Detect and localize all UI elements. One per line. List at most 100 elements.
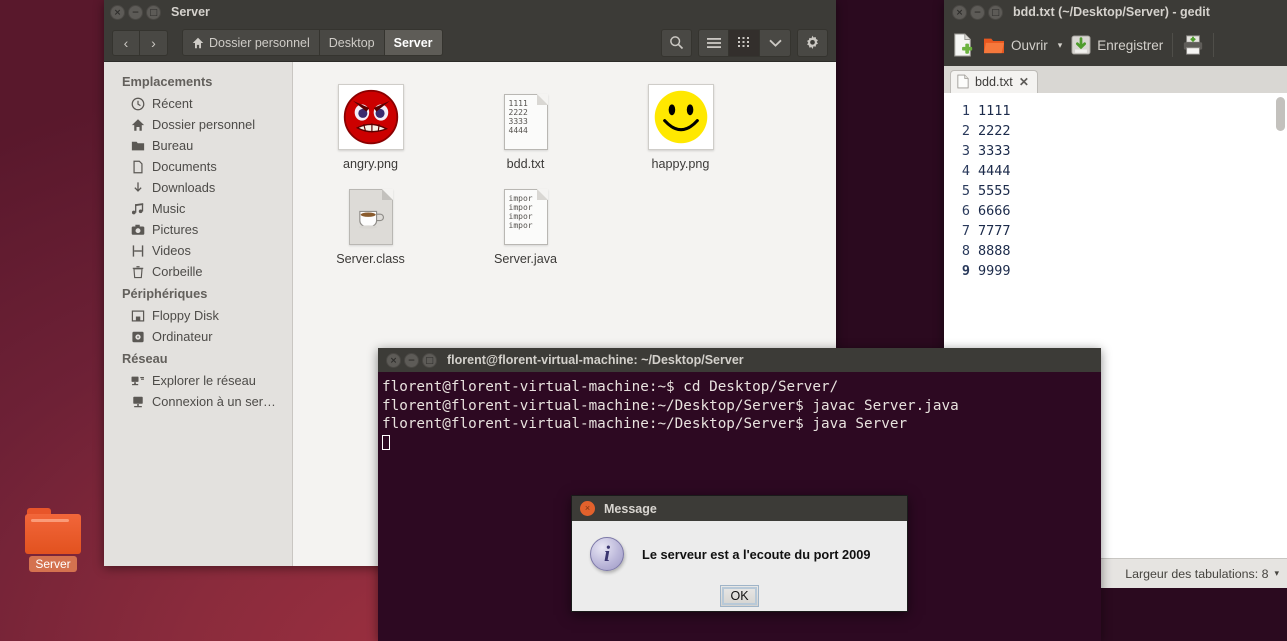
close-icon[interactable]: ✕	[1019, 75, 1029, 89]
line-number: 4	[961, 163, 970, 179]
save-button[interactable]: Enregistrer	[1071, 35, 1163, 55]
line-text: 6666	[978, 203, 1011, 219]
file-preview-line: 1111	[508, 99, 528, 108]
window-controls: × − □	[110, 4, 161, 20]
tab-label: bdd.txt	[975, 74, 1013, 89]
sidebar-item-videos[interactable]: Videos	[104, 240, 292, 261]
vertical-scrollbar[interactable]	[1276, 97, 1285, 131]
sidebar-item-label: Documents	[152, 159, 217, 174]
terminal-title: florent@florent-virtual-machine: ~/Deskt…	[447, 353, 744, 367]
maximize-icon[interactable]: □	[146, 4, 161, 20]
sidebar-item-recent[interactable]: Récent	[104, 93, 292, 114]
forward-button[interactable]: ›	[140, 29, 168, 56]
open-button[interactable]: Ouvrir ▾	[983, 35, 1062, 55]
computer-disk-icon	[130, 329, 145, 344]
file-preview-line: 2222	[508, 108, 528, 117]
sidebar-item-music[interactable]: Music	[104, 198, 292, 219]
code-line: 4 4444	[944, 161, 1287, 181]
breadcrumb-item-server[interactable]: Server	[384, 29, 443, 56]
download-icon	[130, 180, 145, 195]
sidebar-item-floppy-disk[interactable]: Floppy Disk	[104, 305, 292, 326]
sidebar-item-pictures[interactable]: Pictures	[104, 219, 292, 240]
window-controls: × − □	[952, 4, 1003, 20]
coffee-cup-icon	[358, 210, 384, 229]
code-line: 9 9999	[944, 261, 1287, 281]
minimize-icon[interactable]: −	[128, 4, 143, 20]
new-document-icon	[954, 33, 973, 57]
ok-button[interactable]: OK	[720, 585, 759, 607]
desktop-folder-server[interactable]: Server	[22, 508, 84, 578]
breadcrumb-item-home[interactable]: Dossier personnel	[182, 29, 320, 56]
file-manager-toolbar: ‹ › Dossier personnel Desktop Server	[104, 24, 836, 62]
sidebar-item-ordinateur[interactable]: Ordinateur	[104, 326, 292, 347]
line-text: 5555	[978, 183, 1011, 199]
file-name: happy.png	[651, 157, 710, 171]
search-button[interactable]	[661, 28, 692, 57]
breadcrumb-label: Server	[393, 35, 433, 50]
gedit-tab-bar: bdd.txt ✕	[944, 66, 1287, 93]
line-number: 3	[961, 143, 970, 159]
floppy-icon	[130, 308, 145, 323]
sidebar-item-home[interactable]: Dossier personnel	[104, 114, 292, 135]
minimize-icon[interactable]: −	[970, 4, 985, 20]
code-line: 6 6666	[944, 201, 1287, 221]
sidebar-item-explorer-reseau[interactable]: Explorer le réseau	[104, 370, 292, 391]
chevron-down-icon[interactable]: ▾	[1058, 40, 1063, 51]
chevron-down-icon[interactable]: ▾	[1274, 568, 1279, 579]
file-item-happy-png[interactable]: happy.png	[603, 80, 758, 175]
close-icon[interactable]: ×	[110, 4, 125, 20]
sidebar-item-label: Récent	[152, 96, 193, 111]
terminal-cursor-line	[382, 434, 1101, 453]
sidebar-item-label: Floppy Disk	[152, 308, 219, 323]
maximize-icon[interactable]: □	[988, 4, 1003, 20]
file-item-server-class[interactable]: Server.class	[293, 175, 448, 270]
home-icon	[130, 117, 145, 132]
sidebar-item-downloads[interactable]: Downloads	[104, 177, 292, 198]
sidebar-item-bureau[interactable]: Bureau	[104, 135, 292, 156]
gedit-title: bdd.txt (~/Desktop/Server) - gedit	[1013, 5, 1210, 19]
home-icon	[192, 37, 204, 48]
tab-bdd-txt[interactable]: bdd.txt ✕	[950, 70, 1038, 93]
settings-button[interactable]	[797, 28, 828, 57]
file-item-angry-png[interactable]: angry.png	[293, 80, 448, 175]
print-button[interactable]	[1182, 34, 1204, 56]
chevron-down-icon	[768, 39, 782, 47]
line-text: 1111	[978, 103, 1011, 119]
file-manager-titlebar: × − □ Server	[104, 0, 836, 24]
tab-width-label[interactable]: Largeur des tabulations: 8	[1125, 567, 1268, 581]
new-document-button[interactable]	[952, 33, 974, 57]
folder-icon	[130, 138, 145, 153]
dialog-body: i Le serveur est a l'ecoute du port 2009	[572, 521, 907, 571]
breadcrumb-label: Desktop	[328, 35, 375, 50]
grid-view-icon	[737, 37, 749, 47]
sidebar-item-connexion-serveur[interactable]: Connexion à un ser…	[104, 391, 292, 412]
trash-icon	[130, 264, 145, 279]
close-icon[interactable]: ×	[386, 352, 401, 368]
dialog-message: Le serveur est a l'ecoute du port 2009	[642, 546, 871, 562]
file-item-server-java[interactable]: impor impor impor impor Server.java	[448, 175, 603, 270]
window-controls: × − □	[386, 352, 437, 368]
folder-icon	[23, 508, 83, 554]
clock-icon	[130, 96, 145, 111]
breadcrumb-item-desktop[interactable]: Desktop	[319, 29, 385, 56]
sidebar-item-label: Pictures	[152, 222, 199, 237]
sidebar-item-label: Corbeille	[152, 264, 203, 279]
close-icon[interactable]: ×	[580, 501, 595, 516]
line-text: 2222	[978, 123, 1011, 139]
save-icon	[1071, 35, 1091, 55]
minimize-icon[interactable]: −	[404, 352, 419, 368]
class-file-thumbnail	[348, 189, 393, 245]
maximize-icon[interactable]: □	[422, 352, 437, 368]
sidebar-item-corbeille[interactable]: Corbeille	[104, 261, 292, 282]
sidebar-item-documents[interactable]: Documents	[104, 156, 292, 177]
terminal-line: florent@florent-virtual-machine:~/Deskto…	[382, 397, 959, 414]
terminal-line: florent@florent-virtual-machine:~/Deskto…	[382, 416, 908, 432]
view-options-button[interactable]	[760, 28, 791, 57]
info-icon: i	[590, 537, 624, 571]
grid-view-button[interactable]	[729, 28, 760, 57]
back-button[interactable]: ‹	[112, 29, 140, 56]
file-item-bdd-txt[interactable]: 1111 2222 3333 4444 bdd.txt	[448, 80, 603, 175]
breadcrumb: Dossier personnel Desktop Server	[182, 29, 443, 56]
close-icon[interactable]: ×	[952, 4, 967, 20]
list-view-button[interactable]	[698, 28, 729, 57]
